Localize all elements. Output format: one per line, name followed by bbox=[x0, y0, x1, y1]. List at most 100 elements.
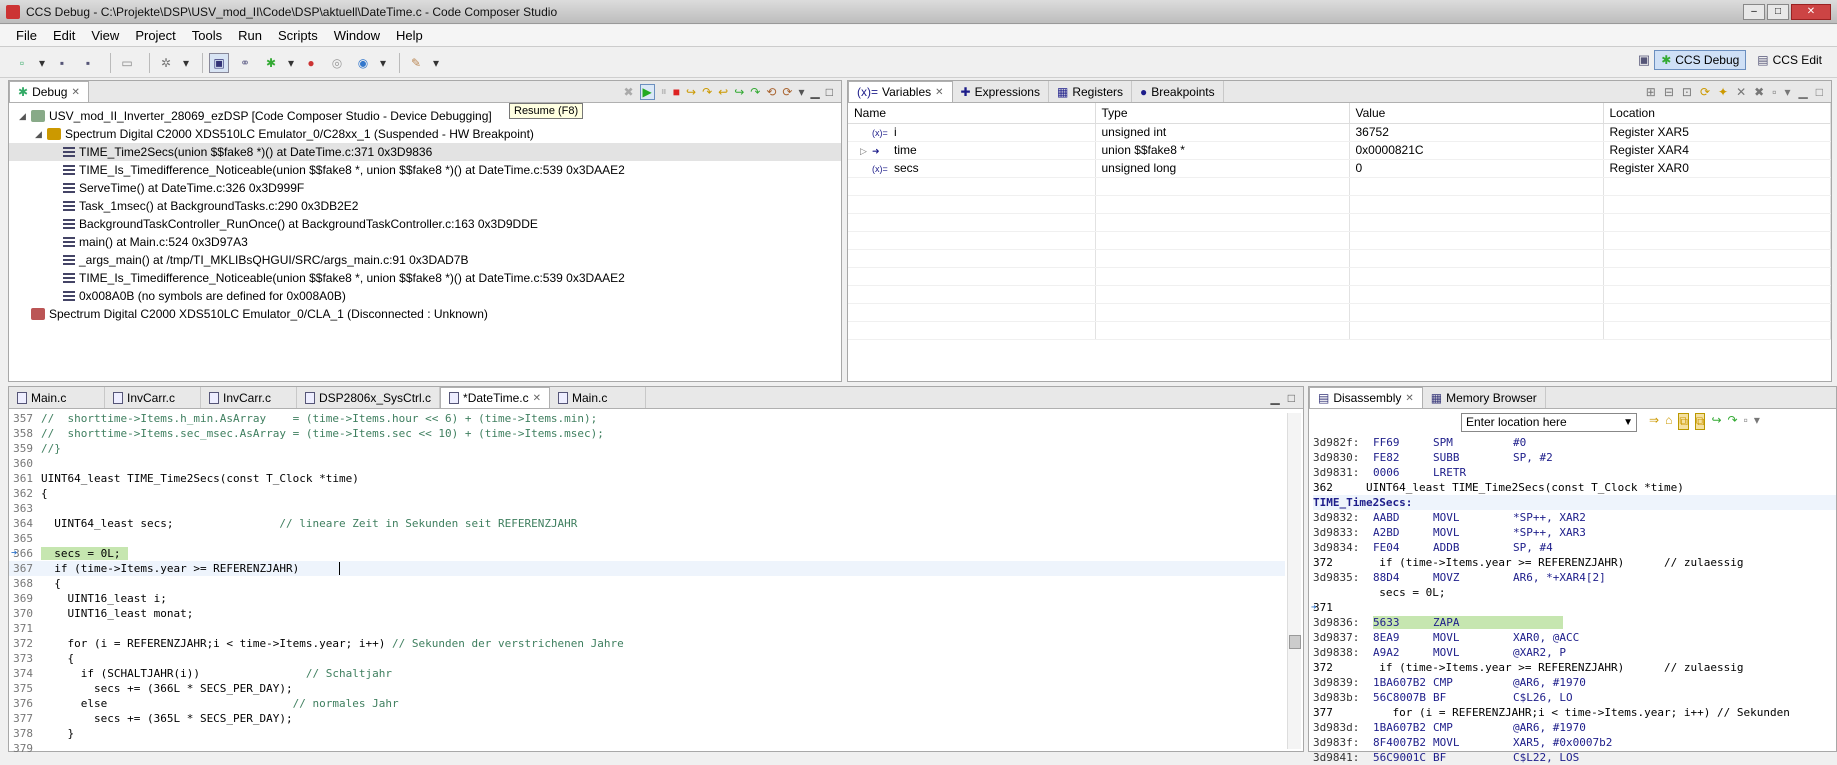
pin-icon[interactable]: ✦ bbox=[1718, 85, 1728, 99]
debug-tree-row[interactable]: 0x008A0B (no symbols are defined for 0x0… bbox=[9, 287, 841, 305]
maximize-view-icon[interactable]: □ bbox=[1288, 391, 1295, 405]
refresh-icon[interactable]: ⟳ bbox=[1700, 85, 1710, 99]
show-source-icon[interactable]: ⧉ bbox=[1678, 413, 1689, 430]
code-line[interactable]: 375 secs += (366L * SECS_PER_DAY); bbox=[9, 681, 1303, 696]
new-view-icon[interactable]: ▫ bbox=[1772, 85, 1776, 99]
debug-tree-row[interactable]: main() at Main.c:524 0x3D97A3 bbox=[9, 233, 841, 251]
editor-tab[interactable]: *DateTime.c ✕ bbox=[440, 387, 551, 408]
code-line[interactable]: 376 else // normales Jahr bbox=[9, 696, 1303, 711]
dropdown-icon[interactable]: ▾ bbox=[182, 53, 190, 73]
print-icon[interactable]: ▭ bbox=[117, 53, 137, 73]
code-line[interactable]: 358 // shorttime->Items.sec_msec.AsArray … bbox=[9, 426, 1303, 441]
code-line[interactable]: 362 { bbox=[9, 486, 1303, 501]
variable-row[interactable]: (x)= secs unsigned long 0 Register XAR0 bbox=[848, 159, 1831, 178]
tree-toggle-icon[interactable]: ◢ bbox=[35, 129, 47, 140]
disassembly-line[interactable]: 3d9830: FE82 SUBB SP, #2 bbox=[1313, 450, 1836, 465]
tab-memory-browser[interactable]: ▦ Memory Browser bbox=[1423, 387, 1546, 408]
disassembly-line[interactable]: 3d983d: 1BA607B2 CMP @AR6, #1970 bbox=[1313, 720, 1836, 735]
tab-disassembly[interactable]: ▤ Disassembly ✕ bbox=[1309, 387, 1423, 408]
code-line[interactable]: 360 bbox=[9, 456, 1303, 471]
remove-launch-icon[interactable]: ✖ bbox=[623, 85, 633, 99]
view-menu-icon[interactable]: ▾ bbox=[1784, 85, 1790, 99]
open-perspective-icon[interactable]: ▣ bbox=[1638, 52, 1650, 68]
code-line[interactable]: 367 if (time->Items.year >= REFERENZJAHR… bbox=[9, 561, 1285, 576]
tree-toggle-icon[interactable]: ◢ bbox=[19, 111, 31, 122]
skip-breakpoints-icon[interactable]: ◎ bbox=[327, 53, 347, 73]
close-tab-icon[interactable]: ✕ bbox=[935, 87, 943, 98]
debug-tree-row[interactable]: TIME_Is_Timedifference_Noticeable(union … bbox=[9, 161, 841, 179]
variable-value-cell[interactable]: 0x0000821C bbox=[1349, 141, 1604, 160]
debug-tree-row[interactable]: _args_main() at /tmp/TI_MKLIBsQHGUI/SRC/… bbox=[9, 251, 841, 269]
variable-value-cell[interactable]: 0 bbox=[1349, 159, 1604, 178]
column-type[interactable]: Type bbox=[1095, 103, 1350, 124]
menu-run[interactable]: Run bbox=[230, 28, 270, 43]
disassembly-line[interactable]: 3d9831: 0006 LRETR bbox=[1313, 465, 1836, 480]
variable-row[interactable]: (x)= i unsigned int 36752 Register XAR5 bbox=[848, 123, 1831, 142]
terminate-icon[interactable]: ■ bbox=[673, 85, 680, 99]
tab-expressions[interactable]: ✚ Expressions bbox=[953, 81, 1049, 102]
disassembly-line[interactable]: 3d9841: 56C9001C BF C$L22, LOS bbox=[1313, 750, 1836, 765]
resume-icon[interactable]: ▶ bbox=[639, 83, 655, 100]
maximize-button[interactable]: □ bbox=[1767, 3, 1789, 20]
show-symbols-icon[interactable]: ⧉ bbox=[1694, 413, 1706, 430]
dropdown-icon[interactable]: ▾ bbox=[38, 53, 46, 73]
code-line[interactable]: 361 UINT64_least TIME_Time2Secs(const T_C… bbox=[9, 471, 1303, 486]
disassembly-line[interactable]: 3d983f: 8F4007B2 MOVL XAR5, #0x0007b2 bbox=[1313, 735, 1836, 750]
editor-scrollbar[interactable] bbox=[1287, 413, 1301, 749]
perspective-ccs-edit[interactable]: ▤ CCS Edit bbox=[1750, 50, 1829, 70]
code-line[interactable]: 373 { bbox=[9, 651, 1303, 666]
asm-step-over-icon[interactable]: ↷ bbox=[750, 85, 760, 99]
location-combo[interactable]: Enter location here ▼ bbox=[1461, 413, 1637, 432]
code-area[interactable]: 357 // shorttime->Items.h_min.AsArray = (… bbox=[9, 409, 1303, 756]
close-tab-icon[interactable]: ✕ bbox=[71, 87, 79, 98]
new-view-icon[interactable]: ▫ bbox=[1744, 413, 1748, 430]
menu-project[interactable]: Project bbox=[127, 28, 183, 43]
editor-tab[interactable]: Main.c bbox=[550, 387, 647, 408]
menu-help[interactable]: Help bbox=[388, 28, 431, 43]
chevron-down-icon[interactable]: ▼ bbox=[1623, 414, 1633, 431]
variable-row[interactable]: ▷ ➜ time union $$fake8 * 0x0000821C Register … bbox=[848, 141, 1831, 160]
code-line[interactable]: 377 secs += (365L * SECS_PER_DAY); bbox=[9, 711, 1303, 726]
debug-tree-row[interactable]: Spectrum Digital C2000 XDS510LC Emulator… bbox=[9, 305, 841, 323]
close-tab-icon[interactable]: ✕ bbox=[533, 393, 541, 404]
menu-window[interactable]: Window bbox=[326, 28, 388, 43]
disassembly-line[interactable]: 3d9835: 88D4 MOVZ AR6, *+XAR4[2] bbox=[1313, 570, 1836, 585]
disassembly-line[interactable]: 3d9837: 8EA9 MOVL XAR0, @ACC bbox=[1313, 630, 1836, 645]
column-location[interactable]: Location bbox=[1603, 103, 1831, 124]
disassembly-line[interactable]: 3d9838: A9A2 MOVL @XAR2, P bbox=[1313, 645, 1836, 660]
code-line[interactable]: 378 } bbox=[9, 726, 1303, 741]
breakpoint-icon[interactable]: ● bbox=[301, 53, 321, 73]
code-line[interactable]: 371 bbox=[9, 621, 1303, 636]
step-over-icon[interactable]: ↷ bbox=[702, 85, 712, 99]
maximize-view-icon[interactable]: □ bbox=[1816, 85, 1823, 99]
asm-step-into-icon[interactable]: ↪ bbox=[734, 85, 744, 99]
step-over-icon[interactable]: ↷ bbox=[1728, 413, 1738, 430]
external-tools-icon[interactable]: ✎ bbox=[406, 53, 426, 73]
close-button[interactable]: ✕ bbox=[1791, 3, 1831, 20]
minimize-button[interactable]: – bbox=[1743, 3, 1765, 20]
editor-tab[interactable]: InvCarr.c bbox=[105, 387, 201, 408]
minimize-view-icon[interactable]: ▁ bbox=[811, 85, 820, 99]
save-all-icon[interactable]: ▪ bbox=[78, 53, 98, 73]
debug-tree-row[interactable]: ◢ Spectrum Digital C2000 XDS510LC Emulato… bbox=[9, 125, 841, 143]
dropdown-icon[interactable]: ▾ bbox=[287, 53, 295, 73]
disassembly-line[interactable]: 3d9836: 5633 ZAPA bbox=[1313, 615, 1836, 630]
variable-value-cell[interactable]: 36752 bbox=[1349, 123, 1604, 142]
disassembly-listing[interactable]: 3d982f: FF69 SPM #0 3d9830: FE82 SUBB SP, #2 3d9… bbox=[1309, 435, 1836, 765]
debug-view-icon[interactable]: ▣ bbox=[209, 52, 229, 73]
step-return-icon[interactable]: ↩ bbox=[718, 85, 728, 99]
editor-tab[interactable]: DSP2806x_SysCtrl.c bbox=[297, 387, 441, 408]
dropdown-icon[interactable]: ▾ bbox=[379, 53, 387, 73]
perspective-ccs-debug[interactable]: ✱ CCS Debug bbox=[1654, 50, 1747, 70]
code-line[interactable]: 372 for (i = REFERENZJAHR;i < time->Item… bbox=[9, 636, 1303, 651]
run-config-icon[interactable]: ◉ bbox=[353, 53, 373, 73]
tab-breakpoints[interactable]: ● Breakpoints bbox=[1132, 81, 1224, 102]
show-type-icon[interactable]: ⊟ bbox=[1664, 85, 1674, 99]
disassembly-line[interactable]: 3d982f: FF69 SPM #0 bbox=[1313, 435, 1836, 450]
tab-variables[interactable]: (x)= Variables ✕ bbox=[848, 81, 953, 102]
view-menu-icon[interactable]: ▾ bbox=[798, 85, 804, 99]
suspend-icon[interactable]: ⏸ bbox=[661, 84, 667, 99]
code-line[interactable]: 370 UINT16_least monat; bbox=[9, 606, 1303, 621]
view-menu-icon[interactable]: ▾ bbox=[1754, 413, 1760, 430]
debug-tree-row[interactable]: TIME_Time2Secs(union $$fake8 *)() at Dat… bbox=[9, 143, 841, 161]
